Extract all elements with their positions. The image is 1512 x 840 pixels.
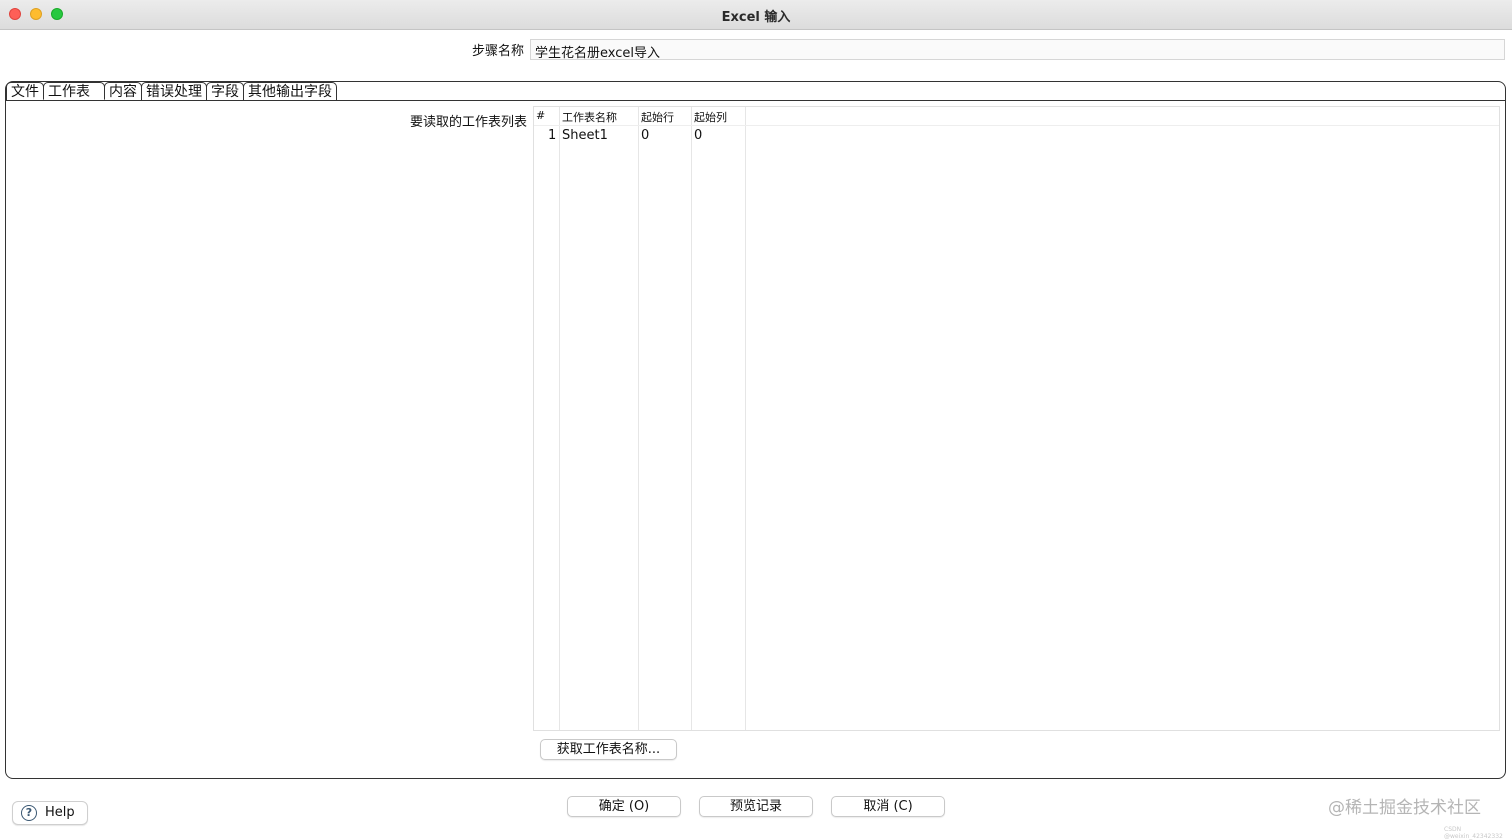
help-button[interactable]: ? Help — [12, 801, 88, 825]
cell-start-col[interactable]: 0 — [694, 128, 702, 143]
tab-file[interactable]: 文件 — [6, 82, 44, 100]
window-title: Excel 输入 — [721, 10, 791, 25]
ok-button[interactable]: 确定 (O) — [567, 796, 681, 817]
help-icon: ? — [21, 805, 37, 821]
tab-content[interactable]: 内容 — [104, 82, 142, 100]
column-header-start-row[interactable]: 起始行 — [641, 109, 674, 125]
get-sheet-names-button[interactable]: 获取工作表名称... — [540, 739, 677, 760]
column-start-col — [534, 107, 746, 730]
column-header-sheet-name[interactable]: 工作表名称 — [562, 109, 617, 125]
tab-fields[interactable]: 字段 — [206, 82, 244, 100]
tab-additional-output-fields[interactable]: 其他输出字段 — [243, 82, 337, 100]
table-header-divider — [534, 125, 1499, 126]
cell-start-row[interactable]: 0 — [641, 128, 649, 143]
column-header-start-col[interactable]: 起始列 — [694, 109, 727, 125]
sheet-list-table[interactable]: # 工作表名称 起始行 起始列 1 Sheet1 0 0 — [533, 106, 1500, 731]
watermark-small: CSDN @weixin_42342332 — [1444, 826, 1503, 840]
step-name-input[interactable]: 学生花名册excel导入 — [530, 39, 1505, 61]
column-header-num[interactable]: # — [536, 109, 545, 122]
tab-bar: 文件 工作表 内容 错误处理 字段 其他输出字段 — [6, 82, 337, 101]
window-titlebar: Excel 输入 — [0, 0, 1512, 30]
cell-sheet-name[interactable]: Sheet1 — [562, 128, 608, 143]
help-label: Help — [45, 805, 75, 820]
row-num: 1 — [548, 128, 557, 143]
watermark: @稀土掘金技术社区 — [1328, 798, 1481, 818]
cancel-button[interactable]: 取消 (C) — [831, 796, 945, 817]
step-name-label: 步骤名称 — [472, 44, 525, 59]
tab-worksheet[interactable]: 工作表 — [43, 82, 105, 100]
tab-error-handling[interactable]: 错误处理 — [141, 82, 207, 100]
sheet-list-label: 要读取的工作表列表 — [410, 115, 528, 130]
preview-button[interactable]: 预览记录 — [699, 796, 813, 817]
